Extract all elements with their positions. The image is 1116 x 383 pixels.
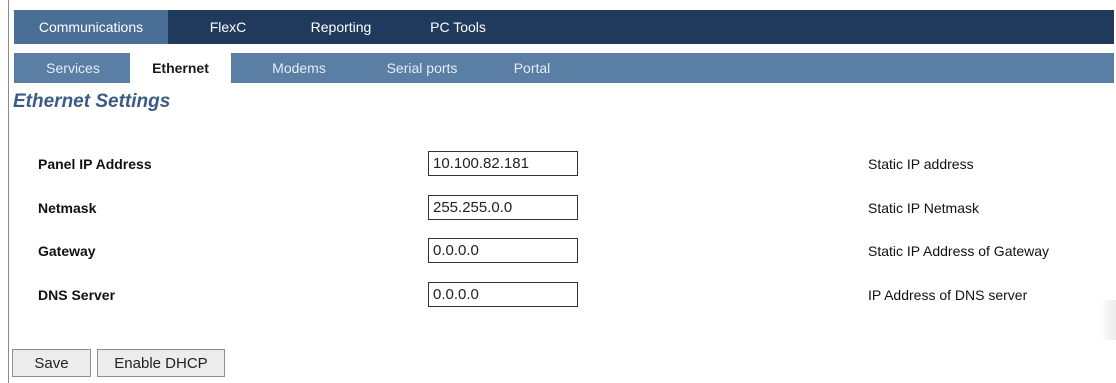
form-row-panel-ip: Panel IP Address Static IP address [0, 151, 1116, 177]
panel-ip-label: Panel IP Address [38, 156, 152, 172]
netmask-description: Static IP Netmask [868, 200, 980, 216]
scroll-hint [1100, 300, 1116, 340]
dns-server-description: IP Address of DNS server [868, 287, 1028, 303]
tab-pc-tools[interactable]: PC Tools [415, 10, 501, 44]
tab-reporting[interactable]: Reporting [296, 10, 386, 44]
netmask-input[interactable] [428, 195, 578, 220]
form-row-gateway: Gateway Static IP Address of Gateway [0, 238, 1116, 264]
tab-serial-ports[interactable]: Serial ports [372, 53, 472, 83]
form-row-netmask: Netmask Static IP Netmask [0, 195, 1116, 221]
gateway-input[interactable] [428, 238, 578, 263]
tab-services[interactable]: Services [28, 53, 118, 83]
tab-ethernet[interactable]: Ethernet [130, 53, 231, 83]
gateway-description: Static IP Address of Gateway [868, 243, 1050, 259]
tab-communications[interactable]: Communications [14, 10, 168, 44]
dns-server-input[interactable] [428, 282, 578, 307]
form-row-dns-server: DNS Server IP Address of DNS server [0, 282, 1116, 308]
panel-ip-description: Static IP address [868, 156, 974, 172]
gateway-label: Gateway [38, 243, 96, 259]
save-button[interactable]: Save [12, 349, 91, 377]
sub-nav: Services Ethernet Modems Serial ports Po… [14, 53, 1114, 83]
netmask-label: Netmask [38, 200, 97, 216]
dns-server-label: DNS Server [38, 287, 116, 303]
page-title: Ethernet Settings [13, 91, 171, 112]
tab-modems[interactable]: Modems [260, 53, 338, 83]
panel-ip-input[interactable] [428, 151, 578, 176]
tab-portal[interactable]: Portal [502, 53, 562, 83]
top-nav: Communications FlexC Reporting PC Tools [14, 10, 1114, 44]
enable-dhcp-button[interactable]: Enable DHCP [97, 349, 225, 377]
tab-flexc[interactable]: FlexC [192, 10, 264, 44]
